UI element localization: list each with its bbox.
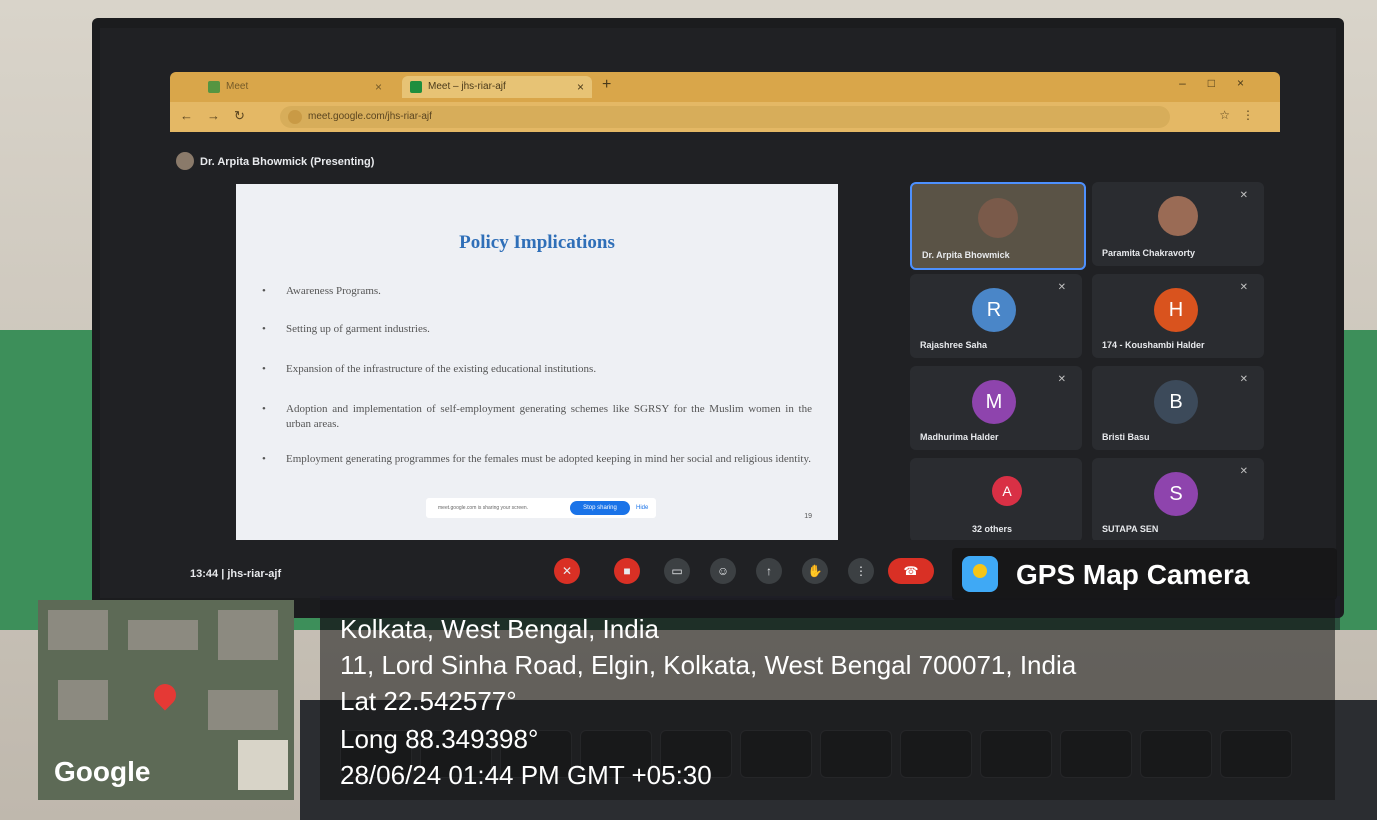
participant-name: Bristi Basu xyxy=(1102,432,1150,442)
map-block xyxy=(48,610,108,650)
sharing-notification: meet.google.com is sharing your screen. … xyxy=(426,498,656,518)
end-call-icon[interactable]: ☎ xyxy=(888,558,934,584)
list-item: • Expansion of the infrastructure of the … xyxy=(262,363,597,375)
present-icon[interactable]: ↑ xyxy=(756,558,782,584)
close-icon[interactable]: × xyxy=(375,76,382,98)
map-block xyxy=(58,680,108,720)
participant-name: 174 - Koushambi Halder xyxy=(1102,340,1205,350)
map-block xyxy=(208,690,278,730)
avatar: R xyxy=(972,288,1016,332)
avatar: S xyxy=(1154,472,1198,516)
avatar: B xyxy=(1154,380,1198,424)
mic-off-icon: ✕ xyxy=(1239,190,1248,201)
emoji-icon[interactable]: ☺ xyxy=(710,558,736,584)
participant-tile[interactable]: R ✕ Rajashree Saha xyxy=(910,274,1082,358)
participant-tile[interactable]: H ✕ 174 - Koushambi Halder xyxy=(1092,274,1264,358)
location-pin-icon xyxy=(149,679,181,711)
meeting-code: jhs-riar-ajf xyxy=(227,568,282,580)
browser-tab-strip: Meet × Meet – jhs-riar-ajf × + –□× xyxy=(170,72,1280,102)
url-text: meet.google.com/jhs-riar-ajf xyxy=(308,111,432,122)
map-block xyxy=(218,610,278,660)
gps-camera-logo-icon xyxy=(962,556,998,592)
presenter-label: Dr. Arpita Bhowmick (Presenting) xyxy=(176,152,375,170)
mic-off-icon: ✕ xyxy=(1239,466,1248,477)
avatar: M xyxy=(972,380,1016,424)
longitude: Long 88.349398° xyxy=(340,724,539,754)
participant-tile[interactable]: S ✕ SUTAPA SEN xyxy=(1092,458,1264,542)
mic-off-icon: ✕ xyxy=(1239,282,1248,293)
participant-tile[interactable]: M ✕ Madhurima Halder xyxy=(910,366,1082,450)
avatar xyxy=(176,152,194,170)
participant-name: Dr. Arpita Bhowmick xyxy=(922,250,1010,260)
gps-stamp-overlay: Kolkata, West Bengal, India 11, Lord Sin… xyxy=(320,600,1335,800)
toolbar-icons[interactable]: ☆⋮ xyxy=(1219,108,1266,122)
tab-label: Meet – jhs-riar-ajf xyxy=(428,81,506,92)
mic-off-icon[interactable]: ✕ xyxy=(554,558,580,584)
presenter-text: Dr. Arpita Bhowmick (Presenting) xyxy=(200,156,375,168)
close-icon[interactable]: × xyxy=(577,76,584,98)
timestamp: 28/06/24 01:44 PM GMT +05:30 xyxy=(340,760,712,790)
presentation-slide: Policy Implications • Awareness Programs.… xyxy=(236,184,838,544)
participant-tile[interactable]: Dr. Arpita Bhowmick xyxy=(910,182,1086,270)
camera-off-icon[interactable]: ■ xyxy=(614,558,640,584)
gps-app-label: GPS Map Camera xyxy=(1016,559,1250,590)
participant-tile[interactable]: ✕ Paramita Chakravorty xyxy=(1092,182,1264,266)
participant-tile[interactable]: B ✕ Bristi Basu xyxy=(1092,366,1264,450)
participant-tile[interactable]: A 32 others xyxy=(910,458,1082,542)
captions-icon[interactable]: ▭ xyxy=(664,558,690,584)
mic-off-icon: ✕ xyxy=(1239,374,1248,385)
site-info-icon[interactable] xyxy=(288,110,302,124)
location-address: 11, Lord Sinha Road, Elgin, Kolkata, Wes… xyxy=(340,650,1077,680)
participant-photo xyxy=(1158,196,1198,236)
meeting-time: 13:44 xyxy=(190,568,219,580)
mic-off-icon: ✕ xyxy=(1057,374,1066,385)
participant-video xyxy=(978,198,1018,238)
google-logo: Google xyxy=(54,756,151,787)
list-item: • Setting up of garment industries. xyxy=(262,323,430,335)
gps-app-badge: GPS Map Camera xyxy=(952,548,1337,600)
participant-name: Madhurima Halder xyxy=(920,432,999,442)
slide-title: Policy Implications xyxy=(459,232,615,253)
browser-toolbar: ←→↻ meet.google.com/jhs-riar-ajf ☆⋮ xyxy=(170,102,1280,132)
list-item: • Employment generating programmes for th… xyxy=(262,453,812,465)
meeting-info: 13:44 | jhs-riar-ajf xyxy=(190,568,282,580)
location-place: Kolkata, West Bengal, India xyxy=(340,614,659,644)
participant-name: 32 others xyxy=(972,524,1013,534)
slide-page-number: 19 xyxy=(804,513,812,520)
avatar: H xyxy=(1154,288,1198,332)
nav-buttons[interactable]: ←→↻ xyxy=(180,108,259,124)
address-bar[interactable]: meet.google.com/jhs-riar-ajf xyxy=(280,106,1170,128)
meet-icon xyxy=(410,81,422,93)
hide-link[interactable]: Hide xyxy=(636,498,648,518)
stop-sharing-button[interactable]: Stop sharing xyxy=(570,501,630,515)
map-thumbnail: Google xyxy=(38,600,294,800)
raise-hand-icon[interactable]: ✋ xyxy=(802,558,828,584)
tab-label: Meet xyxy=(226,81,249,92)
mic-off-icon: ✕ xyxy=(1057,282,1066,293)
list-item: • Adoption and implementation of self-emp… xyxy=(262,403,812,430)
participant-name: SUTAPA SEN xyxy=(1102,524,1159,534)
latitude: Lat 22.542577° xyxy=(340,686,517,716)
tab-meet[interactable]: Meet × xyxy=(200,76,390,98)
new-tab-icon[interactable]: + xyxy=(602,76,611,94)
meet-icon xyxy=(208,81,220,93)
list-item: • Awareness Programs. xyxy=(262,285,381,297)
map-block xyxy=(238,740,288,790)
laptop-screen: Meet × Meet – jhs-riar-ajf × + –□× ←→↻ m… xyxy=(100,28,1336,598)
avatar: A xyxy=(992,476,1022,506)
more-options-icon[interactable]: ⋮ xyxy=(848,558,874,584)
share-text: meet.google.com is sharing your screen. xyxy=(438,505,529,511)
map-block xyxy=(128,620,198,650)
window-controls[interactable]: –□× xyxy=(1179,76,1266,90)
participant-name: Rajashree Saha xyxy=(920,340,988,350)
participant-name: Paramita Chakravorty xyxy=(1102,248,1196,258)
tab-meet-active[interactable]: Meet – jhs-riar-ajf × xyxy=(402,76,592,98)
